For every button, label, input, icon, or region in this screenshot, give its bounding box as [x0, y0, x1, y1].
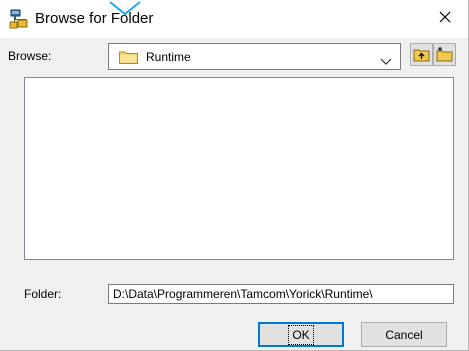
folder-icon: [119, 50, 138, 64]
close-icon: [439, 10, 451, 28]
folder-tree-list[interactable]: [24, 77, 454, 260]
browse-label: Browse:: [8, 49, 51, 63]
title-bar[interactable]: Browse for Folder: [0, 0, 468, 38]
folder-label: Folder:: [24, 287, 61, 301]
up-one-level-icon: [413, 49, 430, 62]
ok-button[interactable]: OK: [258, 322, 344, 347]
folder-path-value: D:\Data\Programmeren\Tamcom\Yorick\Runti…: [113, 287, 373, 301]
browse-location-dropdown[interactable]: Runtime: [108, 43, 401, 70]
ok-button-label: OK: [288, 324, 314, 345]
folder-path-field[interactable]: D:\Data\Programmeren\Tamcom\Yorick\Runti…: [108, 284, 454, 304]
new-folder-button[interactable]: [433, 43, 456, 66]
browse-location-value: Runtime: [146, 50, 191, 64]
up-one-level-button[interactable]: [410, 43, 433, 66]
folder-label-text: Folder:: [24, 287, 62, 301]
cancel-button-label: Cancel: [385, 327, 423, 342]
browse-label-text: Browse:: [8, 49, 52, 63]
chevron-down-icon: [109, 1, 141, 16]
new-folder-icon: [436, 47, 453, 62]
folder-tree-icon: [9, 9, 29, 29]
chevron-down-icon: [380, 53, 392, 65]
cancel-button[interactable]: Cancel: [361, 322, 447, 347]
close-button[interactable]: [422, 0, 468, 38]
browse-for-folder-dialog: Browse for Folder Browse: Runtime Folder…: [0, 0, 469, 351]
